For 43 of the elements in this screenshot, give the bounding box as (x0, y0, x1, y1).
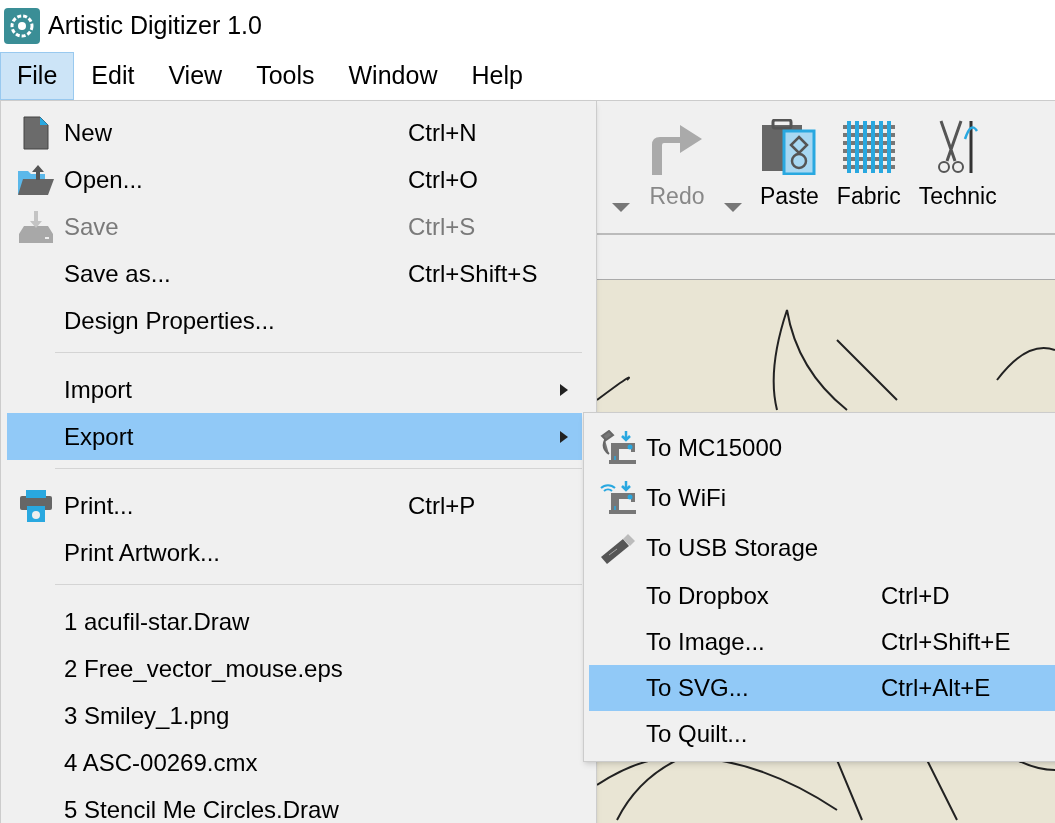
menu-bar-item[interactable]: Help (454, 52, 540, 100)
clipboard-icon (761, 118, 818, 175)
submenu-arrow-icon (560, 383, 568, 396)
tray-download-icon (17, 209, 54, 244)
dropdown-caret-icon[interactable] (724, 203, 742, 213)
toolbar-button[interactable]: Technic (918, 118, 997, 213)
menu-bar-item[interactable]: Edit (74, 52, 152, 100)
menu-item[interactable]: 4 ASC-00269.cmx (7, 739, 582, 786)
menu-item[interactable]: To Image... Ctrl+Shift+E (589, 619, 1055, 665)
menu-item[interactable]: To Quilt... (589, 711, 1055, 757)
usb-sewing-machine-icon (598, 430, 637, 466)
menu-item[interactable]: To SVG... Ctrl+Alt+E (589, 665, 1055, 711)
menu-item[interactable]: 1 acufil-star.Draw (7, 598, 582, 645)
menu-item[interactable]: To Dropbox Ctrl+D (589, 573, 1055, 619)
printer-icon (18, 487, 53, 524)
menu-item[interactable]: 3 Smiley_1.png (7, 692, 582, 739)
menu-item[interactable]: Design Properties... (7, 297, 582, 344)
menu-item[interactable]: Open... Ctrl+O (7, 156, 582, 203)
menu-item[interactable]: Print Artwork... (7, 529, 582, 576)
menu-item[interactable]: 5 Stencil Me Circles.Draw (7, 786, 582, 823)
toolbar-button[interactable]: Paste (760, 118, 819, 213)
menu-item[interactable]: Export (7, 413, 582, 460)
menu-item[interactable]: New Ctrl+N (7, 109, 582, 156)
menu-item[interactable]: 2 Free_vector_mouse.eps (7, 645, 582, 692)
dropdown-caret-icon[interactable] (612, 203, 630, 213)
menu-item[interactable]: To USB Storage (589, 523, 1055, 573)
window-title: Artistic Digitizer 1.0 (48, 10, 262, 42)
wifi-sewing-machine-icon (598, 480, 637, 516)
usb-stick-icon (598, 531, 637, 565)
menu-bar-item[interactable]: File (0, 52, 75, 100)
fabric-weave-icon (840, 118, 897, 175)
menu-bar-item[interactable]: Tools (239, 52, 332, 100)
menu-item[interactable]: To WiFi (589, 473, 1055, 523)
toolbar-button[interactable]: Fabric (836, 118, 901, 213)
document-icon (21, 115, 50, 150)
menu-item[interactable]: Save as... Ctrl+Shift+S (7, 250, 582, 297)
submenu-arrow-icon (560, 430, 568, 443)
flower-gear-app-icon (4, 8, 40, 44)
menu-item[interactable]: Import (7, 366, 582, 413)
menu-item[interactable]: Print... Ctrl+P (7, 482, 582, 529)
menu-bar-item[interactable]: Window (331, 52, 455, 100)
menu-item[interactable]: To MC15000 (589, 423, 1055, 473)
menu-bar-item[interactable]: View (151, 52, 240, 100)
